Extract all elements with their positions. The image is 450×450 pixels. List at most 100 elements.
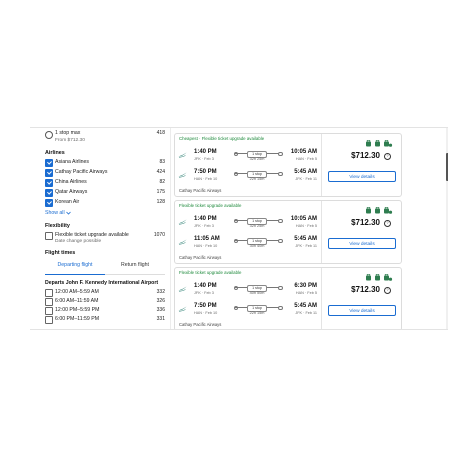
checkbox[interactable] [45,289,53,297]
departure-time: 1:40 PM [194,283,217,289]
outbound-leg: 1:40 PM JFK · Feb 3 1 stop 40h 50m 6:30 … [175,283,321,303]
time-slot-label: 6:00 AM–11:59 AM [55,298,99,304]
checkbox[interactable] [45,316,53,324]
eco-bags-icon [366,139,393,147]
departure-airport: HAN · Feb 10 [194,244,218,248]
arrival-time: 5:45 AM [294,169,317,175]
airline-name: Cathay Pacific Airways [179,322,222,327]
departure-airport: JFK · Feb 3 [194,224,214,228]
airline-logo-icon [178,172,187,178]
airline-name: Qatar Airways [55,189,88,195]
destination-dot [278,171,283,177]
price-panel: $712.30 ? View details [321,201,402,263]
view-details-button[interactable]: View details [328,238,396,249]
stops-label: 1 stop max [55,130,81,136]
eco-bags-icon [366,206,393,214]
view-details-button[interactable]: View details [328,171,396,182]
destination-dot [278,238,283,244]
airline-logo-icon [178,239,187,245]
airline-count: 424 [156,169,165,175]
outbound-leg: 1:40 PM JFK · Feb 3 1 stop 32h 25m 10:05… [175,149,321,169]
duration: 22h 15m [249,311,265,315]
time-slot-option[interactable]: 12:00 AM–5:59 AM 332 [45,289,165,297]
time-slot-count: 326 [156,298,165,304]
eco-bags-icon [366,273,393,281]
price: $712.30 [351,285,380,294]
stops-radio[interactable] [45,131,53,139]
airline-logo-icon [178,306,187,312]
time-slot-option[interactable]: 6:00 AM–11:59 AM 326 [45,298,165,306]
stops-sub: From $712.30 [55,138,85,143]
view-details-button[interactable]: View details [328,305,396,316]
checkbox[interactable] [45,307,53,315]
price-panel: $712.30 ? View details [321,268,402,329]
flight-result-card[interactable]: Flexible ticket upgrade available 1:40 P… [174,200,402,264]
tab-return-flight[interactable]: Return flight [105,262,165,268]
departure-airport: JFK · Feb 3 [194,157,214,161]
airline-filter-qatar[interactable]: Qatar Airways 175 [45,189,165,197]
chevron-down-icon [66,211,71,215]
flight-times-title: Flight times [45,250,76,256]
checkbox[interactable] [45,169,53,177]
destination-dot [278,151,283,157]
flex-upgrade-option[interactable]: Flexible ticket upgrade available Date c… [45,232,165,248]
airline-logo-icon [178,286,187,292]
result-tag: Flexible ticket upgrade available [179,203,242,208]
airline-filter-korean[interactable]: Korean Air 128 [45,199,165,207]
return-leg: 7:50 PM HAN · Feb 10 1 stop 22h 15m 5:45… [175,169,321,189]
arrival-airport: HAN · Feb 5 [295,224,317,228]
destination-dot [278,218,283,224]
time-slot-label: 6:00 PM–11:59 PM [55,316,100,322]
time-slot-label: 12:00 PM–5:59 PM [55,307,100,313]
info-icon[interactable]: ? [384,219,391,227]
result-tag: Flexible ticket upgrade available [179,270,242,275]
info-icon[interactable]: ? [384,286,391,294]
departure-time: 1:40 PM [194,149,217,155]
departure-time: 7:50 PM [194,169,217,175]
departure-airport: JFK · Feb 3 [194,291,214,295]
departs-title: Departs John F. Kennedy International Ai… [45,280,159,286]
airline-logo-icon [178,219,187,225]
show-all-link[interactable]: Show all [45,210,71,216]
active-tab-indicator [45,273,105,275]
arrival-airport: HAN · Feb 5 [295,291,317,295]
time-slot-option[interactable]: 12:00 PM–5:59 PM 336 [45,307,165,315]
airline-logo-icon [178,152,187,158]
scrollbar[interactable] [446,128,448,329]
duration: 32h 25m [249,157,265,161]
info-icon[interactable]: ? [384,152,391,160]
arrival-time: 5:45 AM [294,303,317,309]
duration: 22h 15m [249,177,265,181]
duration: 32h 25m [249,224,265,228]
airline-name: Cathay Pacific Airways [55,169,108,175]
departure-time: 11:05 AM [194,236,220,242]
itinerary: Cheapest · Flexible ticket upgrade avail… [175,134,321,196]
checkbox[interactable] [45,232,53,240]
results-frame: 1 stop max From $712.30 418 Airlines Asi… [30,127,448,330]
flex-sub: Date change possible [55,239,102,244]
checkbox[interactable] [45,298,53,306]
departure-airport: HAN · Feb 10 [194,311,218,315]
scrollbar-thumb[interactable] [446,153,448,181]
airline-filter-china[interactable]: China Airlines 82 [45,179,165,187]
checkbox[interactable] [45,159,53,167]
airline-name: China Airlines [55,179,87,185]
stops-count: 418 [156,130,165,136]
checkbox[interactable] [45,189,53,197]
checkbox[interactable] [45,199,53,207]
time-slot-count: 332 [156,289,165,295]
arrival-airport: JFK · Feb 11 [295,177,317,181]
tab-departing-flight[interactable]: Departing flight [45,262,105,268]
return-leg: 11:05 AM HAN · Feb 10 1 stop 30h 40m 5:4… [175,236,321,256]
time-slot-count: 331 [156,316,165,322]
destination-dot [278,285,283,291]
airline-filter-asiana[interactable]: Asiana Airlines 83 [45,159,165,167]
flight-result-card[interactable]: Flexible ticket upgrade available 1:40 P… [174,267,402,329]
flight-result-card[interactable]: Cheapest · Flexible ticket upgrade avail… [174,133,402,197]
airline-count: 175 [156,189,165,195]
checkbox[interactable] [45,179,53,187]
filters-sidebar: 1 stop max From $712.30 418 Airlines Asi… [30,128,168,329]
price: $712.30 [351,218,380,227]
time-slot-option[interactable]: 6:00 PM–11:59 PM 331 [45,316,165,324]
airline-filter-cathay[interactable]: Cathay Pacific Airways 424 [45,169,165,177]
